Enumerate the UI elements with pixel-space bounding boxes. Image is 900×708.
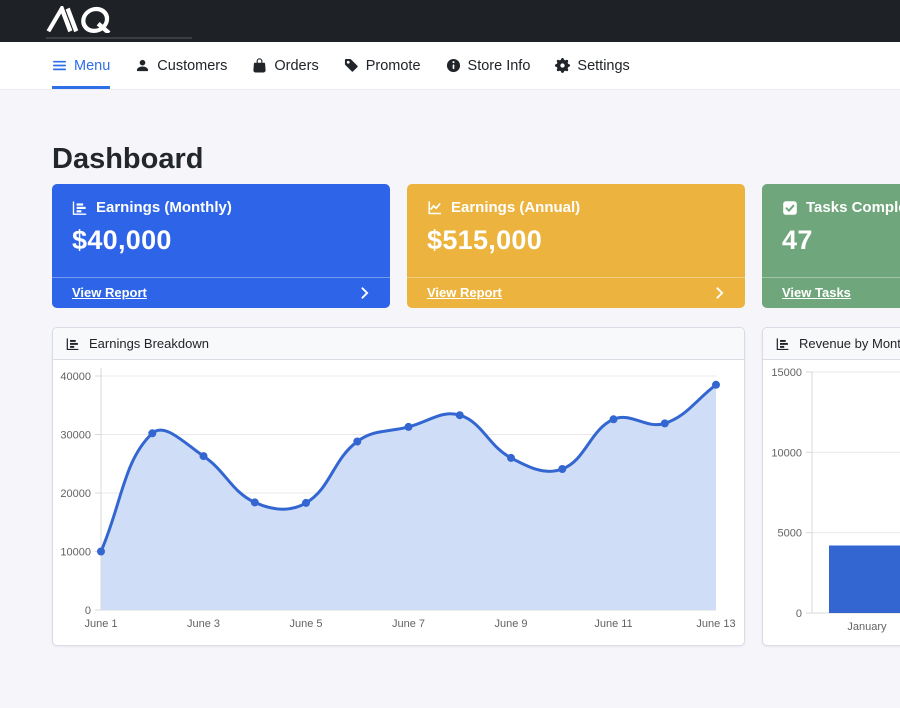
chevron-right-icon	[715, 287, 725, 299]
svg-text:June 13: June 13	[696, 618, 735, 630]
view-report-label: View Report	[72, 285, 147, 300]
svg-text:June 5: June 5	[289, 618, 322, 630]
panel-title: Revenue by Month	[799, 336, 900, 351]
nav-item-promote[interactable]: Promote	[344, 42, 421, 89]
nav-item-label: Menu	[74, 58, 110, 74]
panel-earnings-breakdown: Earnings Breakdown 0 10000 20000 30000 40000…	[52, 327, 745, 646]
svg-text:June 1: June 1	[84, 618, 117, 630]
nav-item-orders[interactable]: Orders	[252, 42, 318, 89]
view-report-link[interactable]: View Report	[407, 277, 745, 308]
earnings-breakdown-line-chart: 0 10000 20000 30000 40000 June 1 June 3 June 5 J…	[53, 360, 744, 645]
stat-cards-row: Earnings (Monthly) $40,000 View Report	[52, 184, 900, 308]
nav-item-settings[interactable]: Settings	[555, 42, 629, 89]
nav-item-label: Settings	[577, 58, 629, 74]
brand-logo[interactable]	[46, 6, 127, 33]
view-tasks-link[interactable]: View Tasks	[762, 277, 900, 308]
tag-icon	[344, 58, 359, 73]
card-title: Earnings (Monthly)	[96, 199, 232, 216]
svg-text:5000: 5000	[778, 528, 802, 540]
svg-text:30000: 30000	[60, 430, 91, 442]
card-title: Earnings (Annual)	[451, 199, 580, 216]
bag-icon	[252, 58, 267, 73]
panel-body: 0 10000 20000 30000 40000 June 1 June 3 June 5 J…	[53, 360, 744, 645]
svg-text:June 7: June 7	[392, 618, 425, 630]
chart-bar-icon	[776, 337, 790, 351]
view-report-label: View Report	[427, 285, 502, 300]
nav-item-customers[interactable]: Customers	[135, 42, 227, 89]
svg-text:June 9: June 9	[494, 618, 527, 630]
panel-header: Earnings Breakdown	[53, 328, 744, 360]
nav-item-store-info[interactable]: Store Info	[446, 42, 531, 89]
page-title: Dashboard	[52, 142, 900, 176]
card-earnings-monthly: Earnings (Monthly) $40,000 View Report	[52, 184, 390, 308]
gear-icon	[555, 58, 570, 73]
svg-text:40000: 40000	[60, 371, 91, 383]
panel-revenue-by-month: Revenue by Month 0 5000 10000 15000 January	[762, 327, 900, 646]
person-icon	[135, 58, 150, 73]
topbar	[0, 0, 900, 42]
revenue-by-month-bar-chart: 0 5000 10000 15000 January	[763, 360, 900, 645]
brand-logo-icon	[46, 6, 127, 33]
dashboard-screen: Menu Customers Orders Promote	[0, 0, 900, 646]
svg-text:15000: 15000	[771, 367, 802, 379]
hamburger-icon	[52, 58, 67, 73]
svg-text:0: 0	[796, 608, 802, 620]
svg-text:0: 0	[85, 605, 91, 617]
chevron-right-icon	[360, 287, 370, 299]
card-value: 47	[782, 225, 900, 256]
svg-text:10000: 10000	[60, 547, 91, 559]
chart-line-icon	[427, 200, 443, 216]
panel-title: Earnings Breakdown	[89, 336, 209, 351]
chart-bar-icon	[72, 200, 88, 216]
svg-text:June 11: June 11	[594, 618, 632, 630]
info-circle-icon	[446, 58, 461, 73]
card-title: Tasks Completed	[806, 199, 900, 216]
nav-item-label: Customers	[157, 58, 227, 74]
check-square-icon	[782, 200, 798, 216]
svg-text:January: January	[847, 621, 887, 633]
svg-text:June 3: June 3	[187, 618, 220, 630]
card-earnings-annual: Earnings (Annual) $515,000 View Report	[407, 184, 745, 308]
nav-item-label: Promote	[366, 58, 421, 74]
main-nav: Menu Customers Orders Promote	[0, 42, 900, 90]
brand-underline	[46, 37, 192, 39]
svg-text:10000: 10000	[771, 447, 802, 459]
content: Dashboard Earnings (Monthly) $40,000 Vie…	[0, 142, 900, 646]
panel-header: Revenue by Month	[763, 328, 900, 360]
panel-body: 0 5000 10000 15000 January	[763, 360, 900, 645]
view-report-link[interactable]: View Report	[52, 277, 390, 308]
svg-text:20000: 20000	[60, 488, 91, 500]
nav-item-label: Store Info	[468, 58, 531, 74]
card-tasks-completed: Tasks Completed 47 View Tasks	[762, 184, 900, 308]
view-tasks-label: View Tasks	[782, 285, 851, 300]
nav-item-label: Orders	[274, 58, 318, 74]
chart-bar-icon	[66, 337, 80, 351]
card-value: $515,000	[427, 225, 725, 256]
nav-item-menu[interactable]: Menu	[52, 42, 110, 89]
charts-row: Earnings Breakdown 0 10000 20000 30000 40000…	[52, 327, 900, 646]
card-value: $40,000	[72, 225, 370, 256]
